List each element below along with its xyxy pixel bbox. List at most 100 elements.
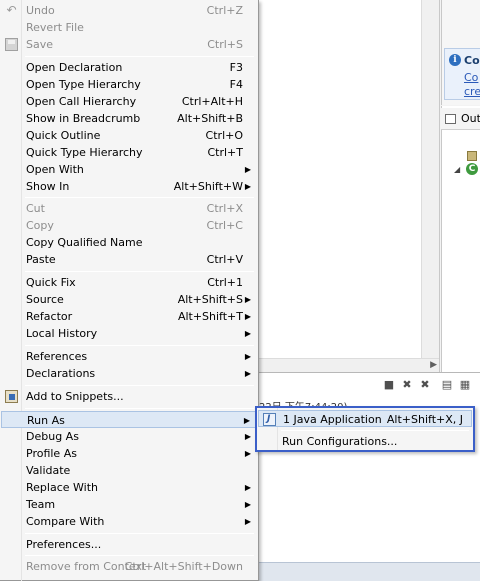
menu-item-shortcut: Ctrl+X	[206, 202, 243, 215]
menu-item-label: Source	[26, 293, 64, 306]
menu-item-label: Copy Qualified Name	[26, 236, 143, 249]
menu-item-shortcut: F4	[229, 78, 243, 91]
tab-outline[interactable]: Out	[441, 108, 480, 130]
menu-item-label: Save	[26, 38, 54, 51]
menu-item-run-as[interactable]: Run As ▶	[1, 411, 257, 428]
scroll-lock-icon[interactable]: ▤	[440, 378, 454, 392]
menu-item-preferences[interactable]: Preferences...	[1, 536, 257, 553]
menu-item-copy[interactable]: Copy Ctrl+C	[1, 217, 257, 234]
menu-item-declarations[interactable]: Declarations ▶	[1, 365, 257, 382]
menu-separator	[25, 345, 254, 346]
menu-item-label: References	[26, 350, 88, 363]
submenu-item-shortcut: Alt+Shift+X, J	[386, 413, 463, 426]
menu-item-label: Undo	[26, 4, 55, 17]
submenu-arrow-icon: ▶	[244, 500, 251, 509]
submenu-arrow-icon: ▶	[244, 329, 251, 338]
class-icon[interactable]: C	[466, 163, 478, 175]
menu-item-label: Show In	[26, 180, 70, 193]
menu-item-open-declaration[interactable]: Open Declaration F3	[1, 59, 257, 76]
outline-panel	[441, 106, 480, 372]
menu-item-cut[interactable]: Cut Ctrl+X	[1, 200, 257, 217]
menu-item-open-call-hierarchy[interactable]: Open Call Hierarchy Ctrl+Alt+H	[1, 93, 257, 110]
undo-icon: ↶	[6, 3, 17, 17]
submenu-item-1-java-application[interactable]: 1 Java Application Alt+Shift+X, J	[258, 410, 472, 427]
status-strip	[259, 562, 480, 581]
menu-item-shortcut: Ctrl+T	[207, 146, 243, 159]
menu-item-show-in-breadcrumb[interactable]: Show in Breadcrumb Alt+Shift+B	[1, 110, 257, 127]
console-toolbar: ■ ✖ ✖ ▤ ▦	[380, 378, 480, 394]
submenu-arrow-icon: ▶	[244, 295, 251, 304]
menu-item-paste[interactable]: Paste Ctrl+V	[1, 251, 257, 268]
menu-item-revert-file[interactable]: Revert File	[1, 19, 257, 36]
menu-item-source[interactable]: Source Alt+Shift+S ▶	[1, 291, 257, 308]
scroll-right-arrow-icon[interactable]: ▶	[430, 360, 437, 370]
menu-item-label: Open With	[26, 163, 84, 176]
menu-item-label: Preferences...	[26, 538, 102, 551]
tree-expand-icon[interactable]: ◢	[454, 165, 460, 174]
menu-item-refactor[interactable]: Refactor Alt+Shift+T ▶	[1, 308, 257, 325]
info-panel-link[interactable]: Co	[464, 71, 478, 84]
menu-item-validate[interactable]: Validate	[1, 462, 257, 479]
menu-item-shortcut: Ctrl+V	[206, 253, 243, 266]
menu-separator	[25, 385, 254, 386]
menu-item-local-history[interactable]: Local History ▶	[1, 325, 257, 342]
menu-item-team[interactable]: Team ▶	[1, 496, 257, 513]
menu-item-shortcut: Alt+Shift+S	[177, 293, 243, 306]
menu-item-compare-with[interactable]: Compare With ▶	[1, 513, 257, 530]
submenu-arrow-icon: ▶	[244, 369, 251, 378]
menu-item-open-type-hierarchy[interactable]: Open Type Hierarchy F4	[1, 76, 257, 93]
menu-item-shortcut: F3	[229, 61, 243, 74]
submenu-item-label: Run Configurations...	[282, 435, 398, 448]
menu-item-label: Quick Type Hierarchy	[26, 146, 143, 159]
snippets-icon	[5, 390, 18, 403]
remove-launch-icon[interactable]: ✖	[400, 378, 414, 392]
submenu-arrow-icon: ▶	[243, 416, 250, 425]
menu-item-replace-with[interactable]: Replace With ▶	[1, 479, 257, 496]
menu-item-shortcut: Alt+Shift+B	[177, 112, 243, 125]
info-panel-title: Co	[464, 54, 480, 67]
menu-item-label: Profile As	[26, 447, 77, 460]
remove-all-terminated-icon[interactable]: ✖	[418, 378, 432, 392]
menu-item-label: Validate	[26, 464, 71, 477]
editor-area[interactable]	[259, 0, 440, 372]
menu-item-label: Cut	[26, 202, 45, 215]
menu-item-label: Declarations	[26, 367, 96, 380]
menu-item-label: Run As	[27, 414, 65, 427]
menu-item-label: Refactor	[26, 310, 73, 323]
menu-item-profile-as[interactable]: Profile As ▶	[1, 445, 257, 462]
menu-item-label: Quick Outline	[26, 129, 101, 142]
pin-console-icon[interactable]: ▦	[458, 378, 472, 392]
submenu-separator	[281, 430, 469, 431]
terminate-icon[interactable]: ■	[382, 378, 396, 392]
menu-item-open-with[interactable]: Open With ▶	[1, 161, 257, 178]
menu-separator	[25, 555, 254, 556]
menu-item-shortcut: Ctrl+Z	[206, 4, 243, 17]
menu-item-quick-outline[interactable]: Quick Outline Ctrl+O	[1, 127, 257, 144]
menu-item-references[interactable]: References ▶	[1, 348, 257, 365]
menu-item-quick-fix[interactable]: Quick Fix Ctrl+1	[1, 274, 257, 291]
java-app-icon	[263, 413, 276, 426]
menu-item-remove-from-context[interactable]: Remove from Context Ctrl+Alt+Shift+Down	[1, 558, 257, 575]
menu-item-undo[interactable]: ↶ Undo Ctrl+Z	[1, 2, 257, 19]
package-icon[interactable]	[467, 151, 477, 161]
editor-vertical-scrollbar[interactable]	[421, 0, 439, 358]
menu-item-debug-as[interactable]: Debug As ▶	[1, 428, 257, 445]
editor-horizontal-scrollbar[interactable]: ▶	[259, 358, 439, 372]
menu-item-label: Replace With	[26, 481, 98, 494]
menu-item-shortcut: Ctrl+Alt+Shift+Down	[124, 560, 243, 573]
submenu-item-run-configurations[interactable]: Run Configurations...	[258, 433, 472, 450]
info-panel: i Co Co cre	[444, 48, 480, 100]
menu-item-add-to-snippets[interactable]: Add to Snippets...	[1, 388, 257, 405]
menu-item-copy-qualified-name[interactable]: Copy Qualified Name	[1, 234, 257, 251]
menu-item-label: Open Declaration	[26, 61, 123, 74]
menu-item-shortcut: Ctrl+Alt+H	[181, 95, 243, 108]
submenu-arrow-icon: ▶	[244, 352, 251, 361]
menu-item-label: Compare With	[26, 515, 105, 528]
menu-item-show-in[interactable]: Show In Alt+Shift+W ▶	[1, 178, 257, 195]
menu-item-label: Show in Breadcrumb	[26, 112, 141, 125]
submenu-arrow-icon: ▶	[244, 182, 251, 191]
context-menu: ↶ Undo Ctrl+Z Revert File Save Ctrl+S Open Dec…	[0, 0, 259, 581]
info-panel-link[interactable]: cre	[464, 85, 480, 98]
menu-item-save[interactable]: Save Ctrl+S	[1, 36, 257, 53]
menu-item-quick-type-hierarchy[interactable]: Quick Type Hierarchy Ctrl+T	[1, 144, 257, 161]
